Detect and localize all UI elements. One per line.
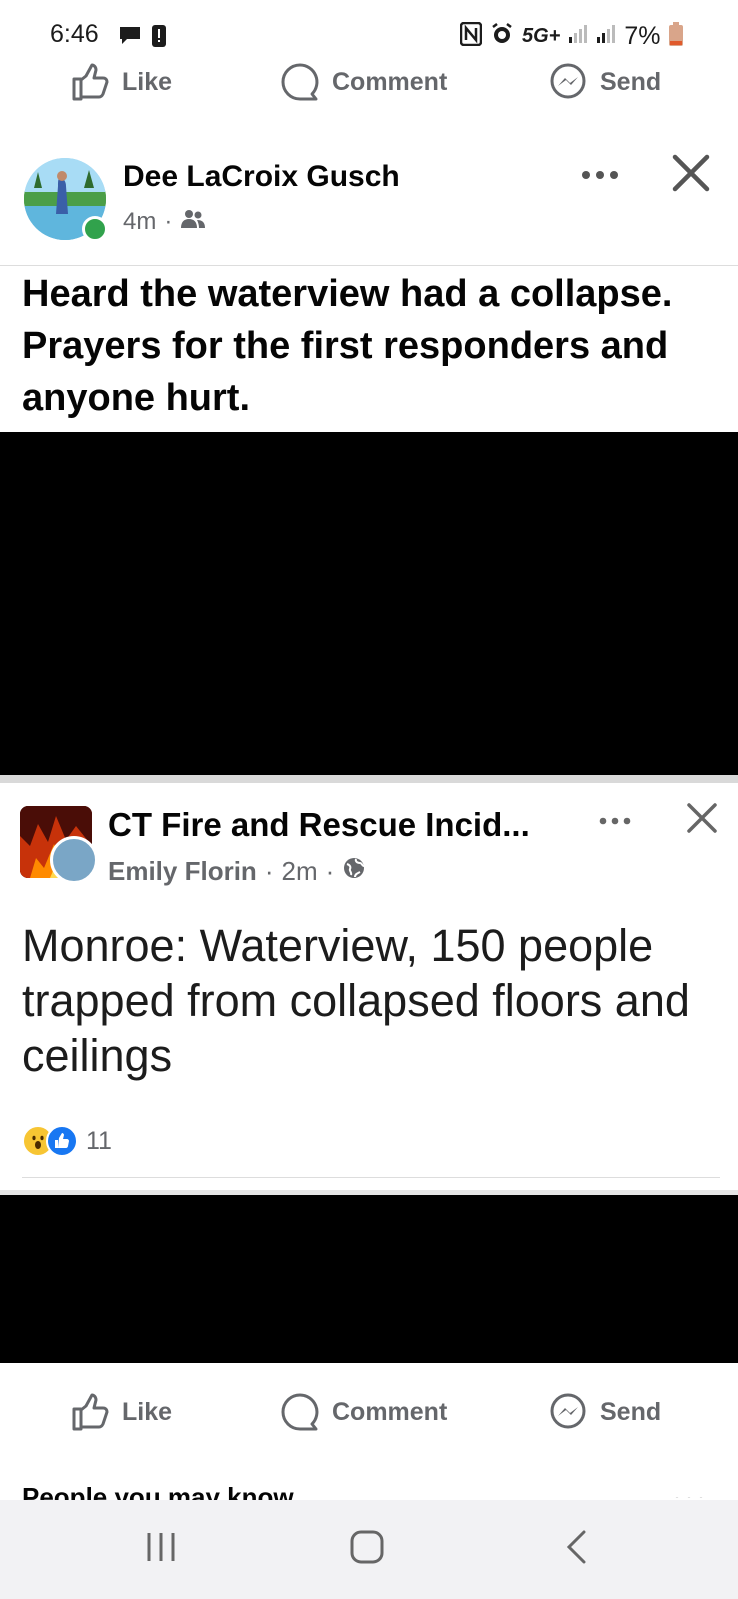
friends-audience-icon	[180, 208, 206, 236]
post-text: Heard the waterview had a collapse. Pray…	[22, 273, 673, 419]
pymk-more-options-icon[interactable]	[672, 1478, 706, 1498]
status-time: 6:46	[50, 20, 99, 48]
header-divider	[0, 265, 738, 266]
post-meta: 4m ·	[123, 208, 206, 236]
media-area-top	[0, 432, 738, 775]
alarm-icon	[490, 22, 514, 51]
shared-page-name[interactable]: CT Fire and Rescue Incid...	[108, 806, 530, 844]
home-icon[interactable]	[350, 1530, 384, 1569]
shared-poster-name[interactable]: Emily Florin	[108, 856, 257, 887]
bottom-action-bar: Like Comment Send	[0, 1382, 738, 1442]
globe-audience-icon	[342, 856, 366, 887]
top-action-bar: Like Comment Send	[0, 52, 738, 112]
thumbs-up-icon	[72, 1393, 109, 1431]
card-top-border	[0, 775, 738, 783]
network-type: 5G+	[522, 25, 561, 47]
send-button[interactable]: Send	[548, 1382, 661, 1442]
people-you-may-know-heading: People you may know	[22, 1482, 294, 1500]
battery-level: 7%	[624, 22, 661, 50]
reaction-summary[interactable]: 11	[22, 1125, 112, 1157]
signal-icon-2	[596, 24, 616, 49]
system-navigation-bar	[0, 1500, 738, 1599]
like-reaction-icon	[46, 1125, 78, 1157]
comment-label: Comment	[332, 1397, 448, 1426]
reaction-count: 11	[86, 1126, 112, 1155]
comment-button[interactable]: Comment	[280, 1382, 447, 1442]
comment-label: Comment	[332, 67, 448, 96]
like-button[interactable]: Like	[70, 52, 172, 112]
meta-separator: ·	[164, 208, 173, 235]
like-label: Like	[122, 67, 173, 96]
recent-apps-icon[interactable]	[144, 1530, 178, 1569]
post-close-icon[interactable]	[672, 154, 710, 197]
comment-icon	[281, 63, 319, 101]
shared-close-icon[interactable]	[686, 802, 718, 839]
shared-meta-separator: ·	[264, 856, 274, 886]
battery-icon	[668, 22, 683, 51]
online-indicator	[82, 216, 108, 242]
shared-meta-separator-2: ·	[325, 856, 335, 886]
like-button[interactable]: Like	[70, 1382, 172, 1442]
shared-post-time[interactable]: 2m	[281, 856, 317, 887]
like-label: Like	[122, 1397, 173, 1426]
post-time[interactable]: 4m	[123, 208, 156, 236]
send-label: Send	[600, 67, 662, 96]
media-area-bottom	[0, 1195, 738, 1363]
chat-notification-icon	[118, 24, 142, 51]
shared-post-text: Monroe: Waterview, 150 people trapped fr…	[22, 920, 690, 1081]
poster-avatar[interactable]	[50, 836, 98, 884]
post-more-options-icon[interactable]	[580, 155, 620, 189]
card-inner-divider	[22, 1177, 720, 1178]
signal-icon	[568, 24, 588, 49]
send-button[interactable]: Send	[548, 52, 661, 112]
shared-more-options-icon[interactable]	[598, 802, 632, 833]
alert-notification-icon	[151, 24, 167, 53]
comment-button[interactable]: Comment	[280, 52, 447, 112]
back-icon[interactable]	[560, 1530, 594, 1569]
post-author[interactable]: Dee LaCroix Gusch	[123, 160, 400, 194]
messenger-icon	[550, 1393, 586, 1429]
messenger-icon	[550, 63, 586, 99]
status-right: 5G+ 7%	[459, 21, 683, 51]
shared-post-meta: Emily Florin · 2m ·	[108, 856, 366, 887]
comment-icon	[281, 1393, 319, 1431]
send-label: Send	[600, 1397, 662, 1426]
thumbs-up-icon	[72, 63, 109, 101]
nfc-icon	[459, 21, 483, 51]
